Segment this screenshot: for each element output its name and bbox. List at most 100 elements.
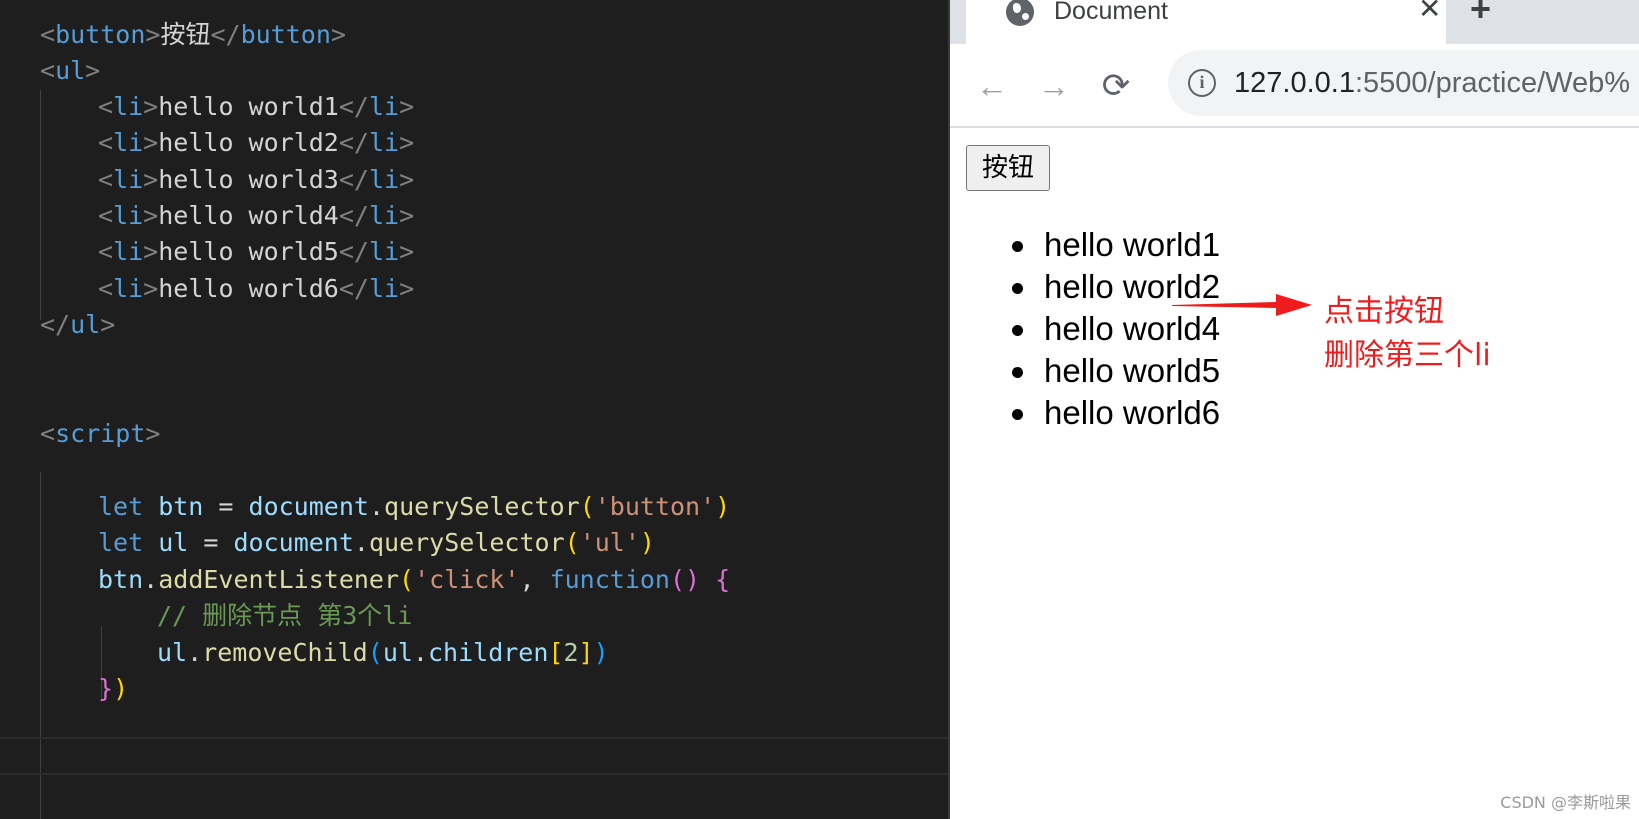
- code-token: button: [240, 20, 331, 49]
- page-button[interactable]: 按钮: [966, 145, 1050, 191]
- code-token: </: [338, 201, 369, 230]
- code-line-li[interactable]: <li>hello world6</li>: [98, 270, 414, 308]
- code-line-script-open[interactable]: <script>: [40, 415, 160, 453]
- forward-icon[interactable]: →: [1034, 66, 1074, 106]
- code-token: ,: [519, 565, 550, 594]
- code-token: 按钮: [160, 20, 211, 49]
- browser-toolbar: ← → ⟳ i 127.0.0.1:5500/practice/Web%: [950, 44, 1639, 128]
- code-token: >: [399, 274, 415, 303]
- code-token: hello world3: [158, 165, 339, 194]
- code-token: {: [715, 565, 731, 594]
- code-token: (: [579, 492, 595, 521]
- code-token: 2: [563, 638, 579, 667]
- code-token: .: [353, 528, 369, 557]
- code-token: hello world6: [158, 274, 339, 303]
- code-token: >: [100, 310, 116, 339]
- code-token: btn: [98, 565, 144, 594]
- code-token: >: [330, 20, 346, 49]
- code-token: .: [187, 638, 203, 667]
- code-token: querySelector: [384, 492, 580, 521]
- code-token: >: [143, 128, 159, 157]
- code-token: li: [368, 165, 400, 194]
- url-path: :5500/practice/Web%: [1354, 67, 1631, 99]
- code-token: function: [549, 565, 670, 594]
- code-line-close[interactable]: }): [98, 670, 128, 708]
- current-line-highlight: [0, 737, 948, 775]
- code-editor[interactable]: <button>按钮</button> <ul> <li>hello world…: [0, 0, 948, 819]
- code-token: ): [715, 492, 731, 521]
- code-line-let-ul[interactable]: let ul = document.querySelector('ul'): [98, 524, 655, 562]
- item-list: hello world1 hello world2 hello world4 h…: [1012, 224, 1220, 434]
- code-line-ul-open[interactable]: <ul>: [40, 52, 100, 90]
- code-token: >: [143, 201, 159, 230]
- code-token: li: [368, 201, 400, 230]
- code-token: let: [98, 528, 144, 557]
- code-token: li: [113, 92, 144, 121]
- code-line-let-btn[interactable]: let btn = document.querySelector('button…: [98, 488, 730, 526]
- code-token: >: [143, 92, 159, 121]
- code-token: // 删除节点 第3个li: [157, 601, 413, 630]
- code-token: .: [368, 492, 385, 521]
- code-token: script: [55, 419, 146, 448]
- code-token: >: [399, 237, 415, 266]
- code-token: querySelector: [368, 528, 565, 557]
- browser-window: Document ✕ + ← → ⟳ i 127.0.0.1:5500/prac…: [948, 0, 1639, 819]
- code-token: addEventListener: [158, 565, 400, 594]
- code-token: li: [113, 201, 144, 230]
- close-icon[interactable]: ✕: [1418, 0, 1441, 26]
- code-token: li: [368, 237, 400, 266]
- code-line-ul-close[interactable]: </ul>: [40, 306, 115, 344]
- code-token: </: [40, 310, 71, 339]
- code-line-li[interactable]: <li>hello world5</li>: [98, 233, 414, 271]
- reload-icon[interactable]: ⟳: [1096, 66, 1136, 106]
- address-bar[interactable]: i 127.0.0.1:5500/practice/Web%: [1168, 50, 1639, 116]
- code-token: li: [113, 237, 144, 266]
- code-token: <: [98, 274, 114, 303]
- code-line-add-listener[interactable]: btn.addEventListener('click', function()…: [98, 561, 730, 599]
- code-line-li[interactable]: <li>hello world2</li>: [98, 124, 414, 162]
- code-token: ): [113, 674, 129, 703]
- code-token: children: [427, 638, 549, 667]
- code-token: >: [145, 20, 161, 49]
- code-token: ]: [578, 638, 594, 667]
- code-token: </: [338, 274, 369, 303]
- code-token: }: [98, 674, 114, 703]
- code-line-li[interactable]: <li>hello world3</li>: [98, 161, 414, 199]
- code-token: li: [113, 274, 144, 303]
- code-token: >: [143, 237, 159, 266]
- code-token: 'ul': [579, 528, 640, 557]
- code-token: ul: [382, 638, 413, 667]
- code-token: <: [40, 56, 56, 85]
- tab-strip: Document ✕ +: [950, 0, 1639, 44]
- url-text[interactable]: 127.0.0.1:5500/practice/Web%: [1234, 66, 1630, 100]
- code-token: >: [399, 165, 415, 194]
- info-icon[interactable]: i: [1188, 69, 1216, 97]
- new-tab-button[interactable]: +: [1470, 0, 1491, 28]
- back-icon[interactable]: ←: [972, 66, 1012, 106]
- tab-document[interactable]: Document ✕: [966, 0, 1446, 44]
- code-token: <: [98, 165, 114, 194]
- code-token: <: [98, 201, 114, 230]
- tab-title: Document: [1054, 0, 1168, 25]
- code-token: hello world1: [158, 92, 339, 121]
- code-token: btn: [143, 492, 219, 521]
- code-token: li: [368, 92, 400, 121]
- code-token: >: [143, 274, 159, 303]
- code-line-button[interactable]: <button>按钮</button>: [40, 16, 346, 54]
- code-token: (: [399, 565, 415, 594]
- code-token: ): [593, 638, 609, 667]
- code-token: >: [143, 165, 159, 194]
- code-line-li[interactable]: <li>hello world1</li>: [98, 88, 414, 126]
- code-line-li[interactable]: <li>hello world4</li>: [98, 197, 414, 235]
- code-line-comment[interactable]: // 删除节点 第3个li: [157, 597, 412, 635]
- code-token: >: [399, 92, 415, 121]
- code-token: 'click': [414, 565, 520, 594]
- code-token: li: [113, 165, 144, 194]
- annotation-line: 点击按钮: [1324, 294, 1444, 329]
- code-token: =: [218, 492, 249, 521]
- code-line-remove-child[interactable]: ul.removeChild(ul.children[2]): [157, 634, 609, 672]
- annotation-text: 点击按钮 删除第三个li: [1324, 290, 1491, 378]
- code-token: .: [143, 565, 159, 594]
- code-token: </: [210, 20, 241, 49]
